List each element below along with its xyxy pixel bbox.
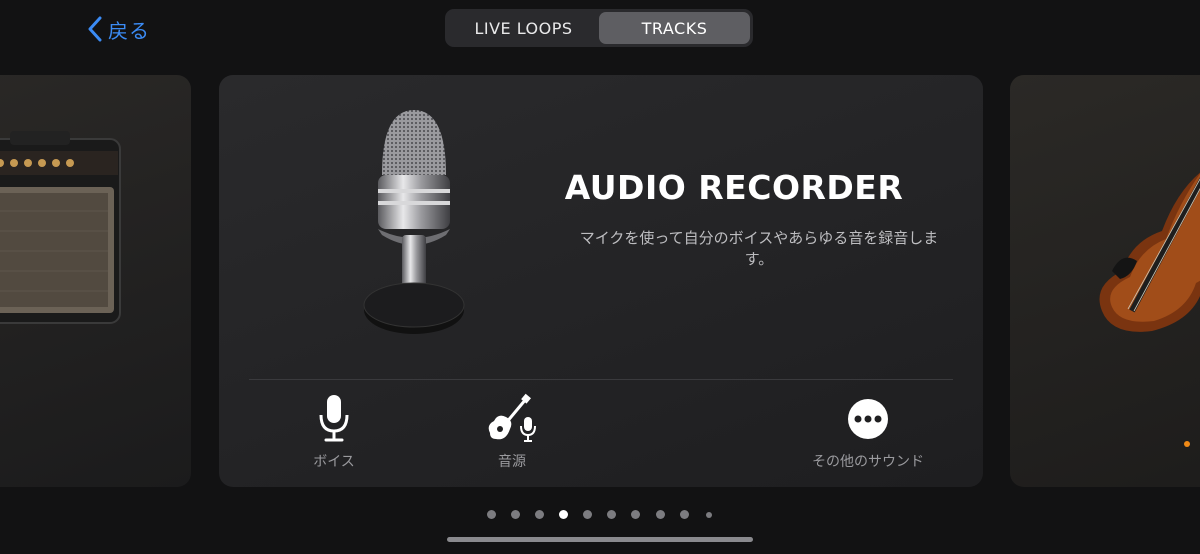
card-description: マイクを使って自分のボイスやあらゆる音を録音します。 — [579, 229, 939, 268]
screen: 戻る LIVE LOOPS TRACKS AUDIO RECORDER マイクを… — [0, 0, 1200, 554]
option-instrument-label: 音源 — [498, 454, 526, 470]
amp-image — [0, 131, 121, 324]
page-dot — [656, 510, 665, 519]
back-label: 戻る — [108, 18, 150, 43]
violin-image — [1099, 172, 1200, 332]
option-instrument-button[interactable]: 音源 — [432, 393, 592, 471]
page-dot — [487, 510, 496, 519]
microphone-image — [363, 110, 465, 334]
instrument-card-amp[interactable] — [0, 75, 191, 487]
microphone-icon — [319, 395, 349, 442]
card-title: AUDIO RECORDER — [564, 168, 904, 207]
tab-tracks[interactable]: TRACKS — [599, 12, 750, 44]
back-button[interactable]: 戻る — [86, 12, 150, 46]
tab-live-loops[interactable]: LIVE LOOPS — [448, 12, 599, 44]
mode-segmented-control: LIVE LOOPS TRACKS — [445, 9, 753, 47]
page-dot — [535, 510, 544, 519]
option-voice-button[interactable]: ボイス — [254, 393, 414, 471]
option-other-sounds-label: その他のサウンド — [812, 454, 924, 470]
home-indicator[interactable] — [447, 537, 753, 542]
page-dot — [511, 510, 520, 519]
page-dot — [583, 510, 592, 519]
option-other-sounds-button[interactable]: その他のサウンド — [788, 393, 948, 471]
page-dot — [680, 510, 689, 519]
chevron-left-icon — [88, 16, 102, 42]
status-indicator-dot — [1184, 441, 1190, 447]
option-voice-label: ボイス — [313, 454, 355, 470]
page-indicator[interactable] — [0, 510, 1200, 522]
page-dot — [706, 512, 712, 518]
instrument-card-audio-recorder[interactable]: AUDIO RECORDER マイクを使って自分のボイスやあらゆる音を録音します… — [219, 75, 983, 487]
page-dot-active — [559, 510, 568, 519]
guitar-mic-icon — [488, 393, 536, 442]
page-dot — [607, 510, 616, 519]
page-dot — [631, 510, 640, 519]
instrument-card-strings[interactable] — [1010, 75, 1200, 487]
more-icon — [848, 399, 888, 439]
card-divider — [249, 379, 953, 380]
